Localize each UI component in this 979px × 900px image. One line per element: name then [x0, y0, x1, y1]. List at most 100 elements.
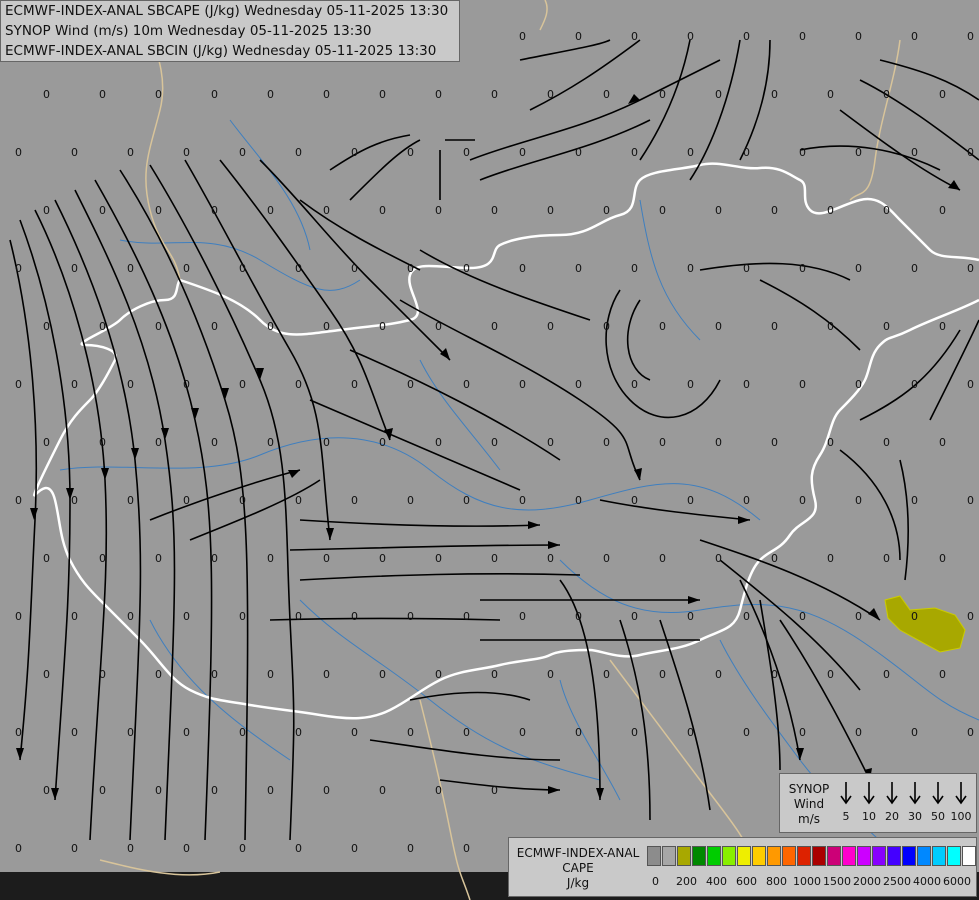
cin-value-label: 0	[743, 30, 750, 43]
cin-value-label: 0	[211, 88, 218, 101]
cin-value-label: 0	[519, 146, 526, 159]
synop-speed-label: 50	[931, 810, 945, 823]
cin-value-label: 0	[267, 668, 274, 681]
synop-legend-label: SYNOP	[788, 782, 830, 796]
cin-value-label: 0	[239, 726, 246, 739]
cin-value-label: 0	[827, 436, 834, 449]
cin-value-label: 0	[603, 204, 610, 217]
cape-tick-label: 2000	[853, 875, 881, 888]
cin-value-label: 0	[911, 262, 918, 275]
title-synop-wind: SYNOP Wind (m/s) 10m Wednesday 05-11-202…	[5, 23, 372, 39]
cape-legend-label: CAPE	[562, 861, 594, 875]
cin-value-label: 0	[911, 30, 918, 43]
cin-value-label: 0	[855, 610, 862, 623]
cin-value-label: 0	[939, 204, 946, 217]
cin-value-label: 0	[631, 30, 638, 43]
cin-value-label: 0	[15, 378, 22, 391]
cin-value-label: 0	[715, 320, 722, 333]
title-sbcape: ECMWF-INDEX-ANAL SBCAPE (J/kg) Wednesday…	[5, 3, 449, 19]
cape-color-swatch	[917, 846, 931, 866]
cin-value-label: 0	[295, 378, 302, 391]
cape-color-swatch	[962, 846, 976, 866]
cin-value-label: 0	[463, 378, 470, 391]
cin-value-label: 0	[463, 610, 470, 623]
cin-value-label: 0	[659, 320, 666, 333]
cin-value-label: 0	[407, 726, 414, 739]
synop-speed-label: 30	[908, 810, 922, 823]
cin-value-label: 0	[71, 842, 78, 855]
cape-color-swatch	[947, 846, 961, 866]
cin-value-label: 0	[127, 610, 134, 623]
cin-value-label: 0	[15, 726, 22, 739]
cin-value-label: 0	[659, 668, 666, 681]
cin-value-label: 0	[43, 784, 50, 797]
cin-value-label: 0	[547, 436, 554, 449]
cin-value-label: 0	[43, 436, 50, 449]
cin-value-label: 0	[687, 262, 694, 275]
cin-value-label: 0	[491, 436, 498, 449]
cin-value-label: 0	[603, 436, 610, 449]
cape-color-swatch	[782, 846, 796, 866]
cin-value-label: 0	[631, 726, 638, 739]
cin-value-label: 0	[323, 204, 330, 217]
cin-value-label: 0	[519, 30, 526, 43]
cape-legend-unit: J/kg	[566, 876, 590, 890]
cin-value-label: 0	[99, 668, 106, 681]
cin-value-label: 0	[771, 668, 778, 681]
cin-value-label: 0	[183, 146, 190, 159]
cin-value-label: 0	[519, 610, 526, 623]
cin-value-label: 0	[183, 262, 190, 275]
cin-value-label: 0	[127, 494, 134, 507]
cin-value-label: 0	[771, 320, 778, 333]
cin-value-label: 0	[799, 494, 806, 507]
cin-value-label: 0	[827, 320, 834, 333]
cin-value-label: 0	[43, 204, 50, 217]
cin-value-label: 0	[855, 494, 862, 507]
cin-value-label: 0	[43, 320, 50, 333]
cin-value-label: 0	[267, 320, 274, 333]
synop-speed-label: 100	[950, 810, 972, 823]
cin-value-label: 0	[323, 668, 330, 681]
cin-value-label: 0	[211, 552, 218, 565]
cin-value-label: 0	[43, 552, 50, 565]
cin-value-label: 0	[855, 146, 862, 159]
cin-value-label: 0	[71, 726, 78, 739]
cin-value-label: 0	[743, 494, 750, 507]
cin-value-label: 0	[211, 320, 218, 333]
cin-value-label: 0	[771, 88, 778, 101]
cape-color-swatch	[647, 846, 661, 866]
cin-value-label: 0	[323, 552, 330, 565]
cin-value-label: 0	[491, 204, 498, 217]
cin-value-label: 0	[855, 262, 862, 275]
cin-value-label: 0	[883, 552, 890, 565]
cin-value-label: 0	[687, 494, 694, 507]
cin-value-label: 0	[99, 204, 106, 217]
cape-tick-label: 1000	[793, 875, 821, 888]
cin-value-label: 0	[603, 88, 610, 101]
cin-value-label: 0	[883, 320, 890, 333]
cin-value-label: 0	[463, 262, 470, 275]
cin-value-label: 0	[799, 378, 806, 391]
cape-tick-label: 200	[676, 875, 697, 888]
cin-value-label: 0	[267, 204, 274, 217]
cin-value-label: 0	[155, 88, 162, 101]
cin-value-label: 0	[547, 88, 554, 101]
wind-arrow-icon	[909, 782, 921, 805]
cape-tick-label: 800	[766, 875, 787, 888]
cin-value-label: 0	[379, 436, 386, 449]
cin-value-label: 0	[659, 204, 666, 217]
cape-color-swatch	[827, 846, 841, 866]
title-sbcin: ECMWF-INDEX-ANAL SBCIN (J/kg) Wednesday …	[5, 43, 437, 59]
cape-color-swatch	[857, 846, 871, 866]
cin-value-label: 0	[715, 88, 722, 101]
cin-value-label: 0	[687, 30, 694, 43]
cin-value-label: 0	[323, 436, 330, 449]
cin-value-label: 0	[71, 494, 78, 507]
cin-value-label: 0	[631, 494, 638, 507]
cin-value-label: 0	[435, 204, 442, 217]
cin-value-label: 0	[463, 146, 470, 159]
cin-value-label: 0	[911, 726, 918, 739]
cin-value-label: 0	[491, 784, 498, 797]
cin-value-label: 0	[855, 378, 862, 391]
synop-wind-legend: SYNOP Wind m/s 5 10 20 30 50 100	[779, 773, 977, 833]
